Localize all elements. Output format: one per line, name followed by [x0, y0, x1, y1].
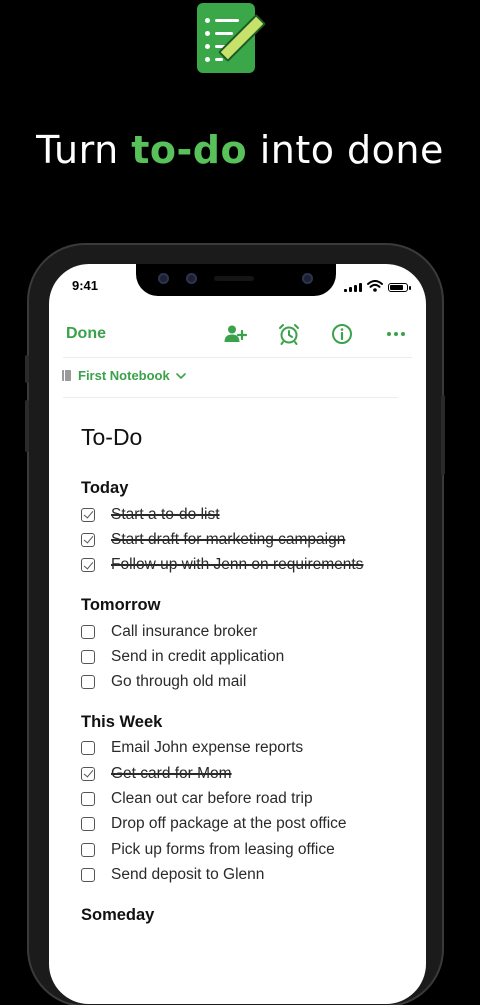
notebook-divider — [63, 397, 398, 398]
headline-before: Turn — [36, 128, 132, 172]
task-checkbox[interactable] — [81, 842, 95, 857]
alarm-clock-icon[interactable] — [277, 322, 301, 346]
toolbar-divider — [63, 357, 412, 358]
signal-icon — [344, 282, 362, 292]
note-toolbar: Done — [49, 320, 426, 348]
headline: Turn to-do into done — [0, 128, 480, 172]
task-checkbox[interactable] — [81, 624, 95, 639]
section-heading: Someday — [81, 905, 155, 924]
phone-screen: 9:41 Done First Notebook To-Do Today Sta… — [49, 264, 426, 1004]
speaker — [214, 276, 254, 281]
task-item: Start a to-do list — [81, 502, 411, 527]
notch — [136, 264, 336, 296]
task-checkbox[interactable] — [81, 649, 95, 664]
status-icons — [344, 280, 411, 292]
section-heading: Today — [81, 479, 129, 497]
status-time: 9:41 — [72, 278, 99, 293]
bullet-dot — [205, 31, 210, 36]
task-checkbox[interactable] — [81, 532, 95, 547]
side-button — [25, 400, 29, 452]
task-text[interactable]: Get card for Mom — [111, 765, 232, 783]
task-checkbox[interactable] — [81, 792, 95, 807]
bullet-dot — [205, 57, 210, 62]
side-button — [25, 355, 29, 383]
chevron-down-icon — [175, 372, 186, 379]
task-checkbox[interactable] — [81, 507, 95, 522]
battery-fill — [390, 285, 404, 290]
task-text[interactable]: Drop off package at the post office — [111, 815, 347, 833]
task-text[interactable]: Start draft for marketing campaign — [111, 531, 345, 549]
task-item: Start draft for marketing campaign — [81, 527, 411, 552]
task-text[interactable]: Follow up with Jenn on requirements — [111, 556, 363, 574]
task-item: Call insurance broker — [81, 619, 411, 644]
add-user-icon[interactable] — [223, 322, 247, 346]
headline-highlight: to-do — [131, 128, 248, 172]
bullet-dot — [205, 44, 210, 49]
task-section: Someday — [81, 905, 411, 926]
task-text[interactable]: Pick up forms from leasing office — [111, 841, 335, 859]
notebook-selector[interactable]: First Notebook — [61, 368, 186, 383]
task-checkbox[interactable] — [81, 817, 95, 832]
task-checkbox[interactable] — [81, 766, 95, 781]
task-checkbox[interactable] — [81, 675, 95, 690]
battery-icon — [388, 283, 411, 292]
task-item: Send in credit application — [81, 644, 411, 669]
task-item: Email John expense reports — [81, 736, 411, 761]
list-line — [215, 19, 239, 22]
headline-after: into done — [247, 128, 444, 172]
section-heading: This Week — [81, 712, 163, 731]
list-line — [215, 32, 233, 35]
task-text[interactable]: Clean out car before road trip — [111, 790, 313, 808]
note-body[interactable]: Today Start a to-do list Start draft for m… — [81, 478, 411, 943]
task-checkbox[interactable] — [81, 558, 95, 573]
task-text[interactable]: Email John expense reports — [111, 739, 303, 757]
task-item: Drop off package at the post office — [81, 812, 411, 837]
done-button[interactable]: Done — [66, 325, 106, 343]
task-text[interactable]: Start a to-do list — [111, 506, 220, 524]
app-logo-icon — [197, 3, 267, 73]
notebook-label: First Notebook — [78, 368, 170, 383]
task-text[interactable]: Send deposit to Glenn — [111, 866, 264, 884]
more-icon[interactable] — [384, 322, 408, 346]
sensor-icon — [158, 273, 169, 284]
task-item: Follow up with Jenn on requirements — [81, 553, 411, 578]
notebook-icon — [62, 370, 71, 381]
task-item: Go through old mail — [81, 669, 411, 694]
task-item: Clean out car before road trip — [81, 786, 411, 811]
list-line — [215, 58, 223, 61]
bullet-dot — [205, 18, 210, 23]
task-section: This Week Email John expense reports Get c… — [81, 712, 411, 888]
side-button — [441, 395, 445, 475]
task-item: Send deposit to Glenn — [81, 862, 411, 887]
info-icon[interactable] — [330, 322, 354, 346]
task-text[interactable]: Call insurance broker — [111, 623, 257, 641]
front-camera-icon — [302, 273, 313, 284]
task-checkbox[interactable] — [81, 867, 95, 882]
task-checkbox[interactable] — [81, 741, 95, 756]
wifi-icon — [367, 280, 383, 292]
task-text[interactable]: Go through old mail — [111, 673, 246, 691]
task-section: Today Start a to-do list Start draft for m… — [81, 478, 411, 578]
task-text[interactable]: Send in credit application — [111, 648, 284, 666]
section-heading: Tomorrow — [81, 595, 161, 614]
sensor-icon — [186, 273, 197, 284]
note-title[interactable]: To-Do — [81, 424, 142, 451]
task-item: Pick up forms from leasing office — [81, 837, 411, 862]
task-item: Get card for Mom — [81, 761, 411, 786]
task-section: Tomorrow Call insurance broker Send in cre… — [81, 595, 411, 695]
